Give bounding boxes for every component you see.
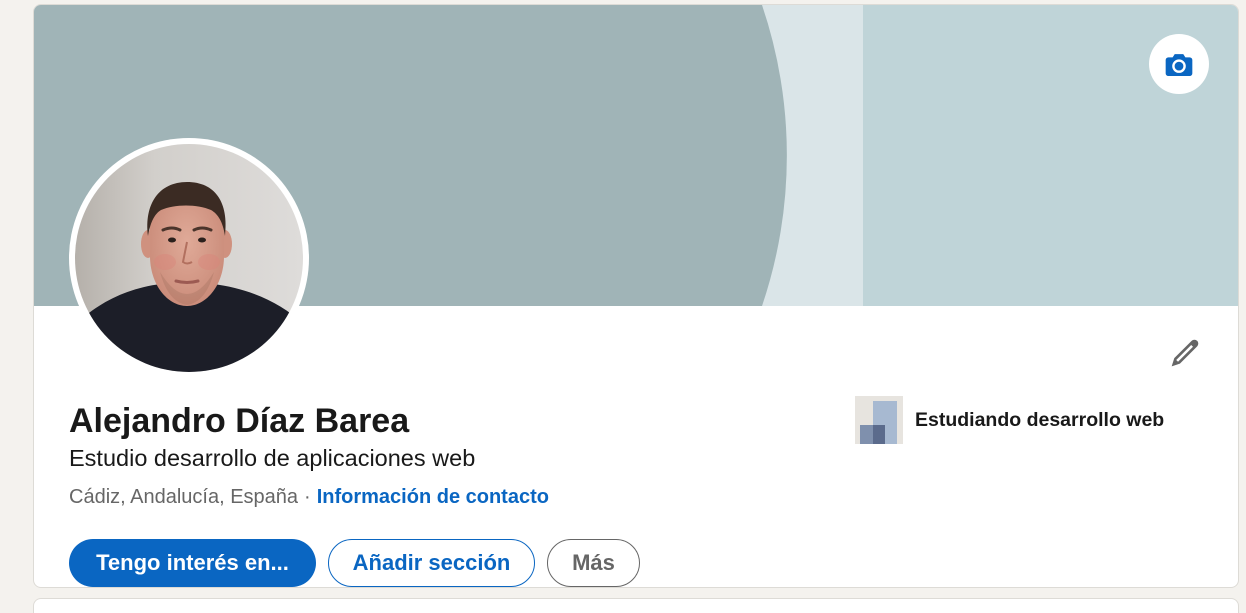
next-section-card (33, 598, 1239, 613)
photo-eye-right (198, 237, 206, 243)
edit-cover-button[interactable] (1149, 34, 1209, 94)
profile-top-card: Alejandro Díaz Barea Estudio desarrollo … (33, 4, 1239, 588)
profile-photo-image (75, 144, 303, 372)
photo-mouth (174, 279, 200, 284)
location-row: Cádiz, Andalucía, España · Información de … (69, 484, 549, 510)
school-logo (855, 396, 903, 444)
profile-actions: Tengo interés en... Añadir sección Más (69, 539, 649, 587)
photo-cheek-right (198, 254, 220, 270)
camera-icon (1165, 54, 1193, 76)
profile-photo[interactable] (69, 138, 309, 378)
add-section-button[interactable]: Añadir sección (328, 539, 535, 587)
photo-cheek-left (154, 254, 176, 270)
more-button[interactable]: Más (547, 539, 640, 587)
contact-info-link[interactable]: Información de contacto (317, 486, 549, 508)
edit-intro-button[interactable] (1165, 333, 1205, 373)
school-logo-overlap-block (873, 425, 885, 444)
profile-headline: Estudio desarrollo de aplicaciones web (69, 445, 476, 471)
photo-eye-left (168, 237, 176, 243)
education-label: Estudiando desarrollo web (915, 409, 1165, 431)
education-entry[interactable]: Estudiando desarrollo web (855, 396, 1164, 444)
profile-name: Alejandro Díaz Barea (69, 402, 410, 440)
location-separator: · (304, 486, 311, 508)
pencil-icon (1171, 339, 1199, 367)
pencil-shape (1171, 339, 1199, 367)
open-to-button[interactable]: Tengo interés en... (69, 539, 316, 587)
profile-location: Cádiz, Andalucía, España (69, 486, 299, 508)
